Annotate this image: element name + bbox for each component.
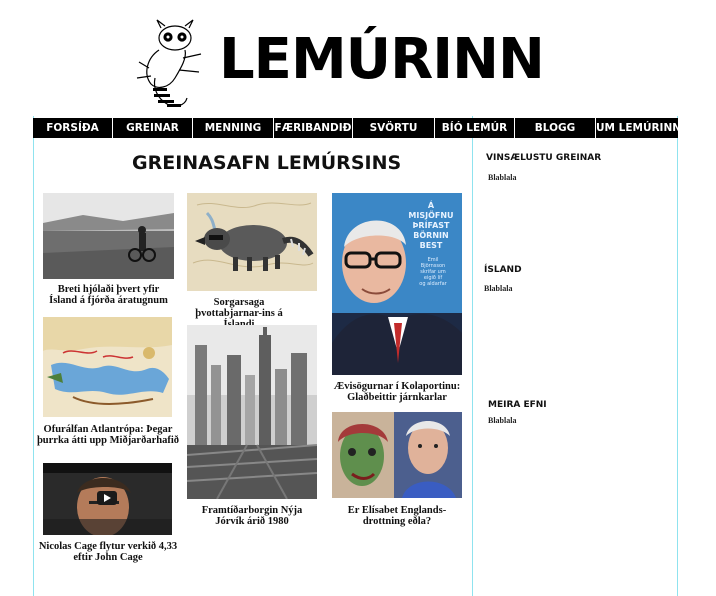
sidebar-heading-popular: VINSÆLUSTU GREINAR xyxy=(486,153,602,163)
site-header: LEMÚRINN xyxy=(33,0,678,116)
article-thumbnail[interactable] xyxy=(187,193,317,291)
book-cover-subtitle: Emil Björnsson skrifar um eigið líf og a… xyxy=(419,257,447,287)
nav-item-svortu[interactable]: SVÖRTU xyxy=(353,118,435,138)
article-thumbnail[interactable] xyxy=(43,317,172,417)
article-caption[interactable]: Ævisögurnar í Kolaportinu: Glaðbeittir j… xyxy=(330,381,464,403)
nav-item-um-lemurinn[interactable]: UM LEMÚRINN xyxy=(596,118,678,138)
article-caption[interactable]: Ofurálfan Atlantrópa: Þegar þurrka átti … xyxy=(33,424,183,446)
nav-item-greinar[interactable]: GREINAR xyxy=(113,118,193,138)
article-caption[interactable]: Nicolas Cage flytur verkið 4,33 eftir Jo… xyxy=(33,541,183,563)
article-video-thumbnail[interactable] xyxy=(43,463,172,535)
sidebar-link-more[interactable]: Blablala xyxy=(488,416,516,425)
sidebar-heading-more: MEIRA EFNI xyxy=(488,400,547,410)
book-cover-title: Á MISJÖFNU ÞRÍFAST BÖRNIN BEST xyxy=(408,201,454,250)
nav-item-forsida[interactable]: FORSÍÐA xyxy=(33,118,113,138)
article-caption[interactable]: Framtíðarborgin Nýja Jórvík árið 1980 xyxy=(192,505,312,527)
site-logo-text[interactable]: LEMÚRINN xyxy=(219,22,545,98)
sidebar-heading-island: ÍSLAND xyxy=(484,265,522,275)
article-thumbnail[interactable] xyxy=(43,193,174,279)
article-thumbnail[interactable] xyxy=(332,412,462,498)
nav-item-menning[interactable]: MENNING xyxy=(193,118,274,138)
lemur-logo-icon[interactable] xyxy=(135,18,207,110)
sidebar-link-island[interactable]: Blablala xyxy=(484,284,512,293)
article-thumbnail[interactable] xyxy=(187,325,317,499)
nav-item-faeribandid[interactable]: FÆRIBANDIÐ xyxy=(274,118,353,138)
sidebar-link-popular[interactable]: Blablala xyxy=(488,173,516,182)
main-nav: FORSÍÐA GREINAR MENNING FÆRIBANDIÐ SVÖRT… xyxy=(33,118,678,138)
article-caption[interactable]: Er Elísabet Englands-drottning eðla? xyxy=(336,505,458,527)
article-caption[interactable]: Breti hjólaði þvert yfir Ísland á fjórða… xyxy=(43,284,174,306)
nav-item-blogg[interactable]: BLOGG xyxy=(515,118,596,138)
nav-item-bio-lemur[interactable]: BÍÓ LEMÚR xyxy=(435,118,515,138)
article-thumbnail[interactable]: Á MISJÖFNU ÞRÍFAST BÖRNIN BEST Emil Björ… xyxy=(332,193,462,375)
page-title: GREINASAFN LEMÚRSINS xyxy=(132,152,402,174)
video-play-icon[interactable] xyxy=(97,491,117,505)
